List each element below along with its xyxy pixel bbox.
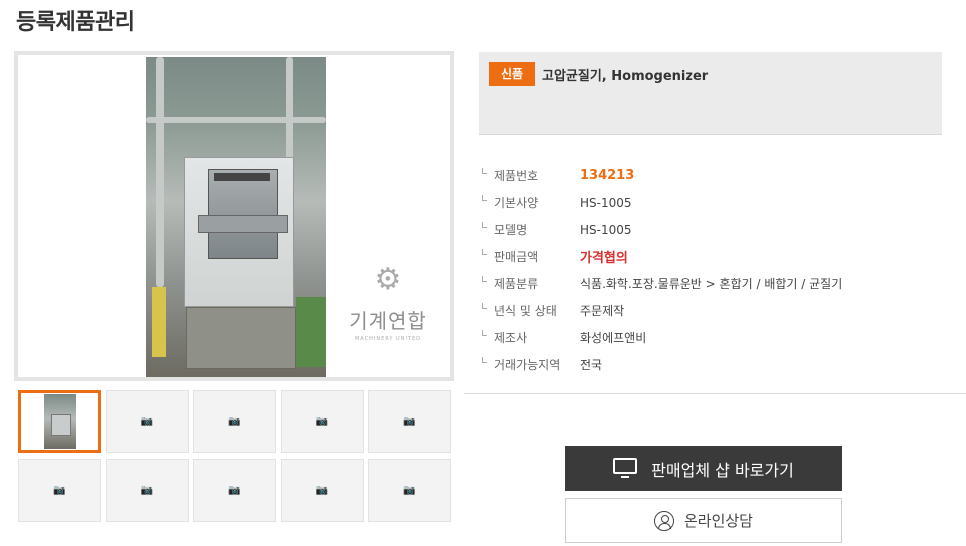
product-title: 고압균질기, Homogenizer [542,69,709,84]
new-badge: 신품 [489,62,535,86]
spec-value: HS-1005 [580,222,632,237]
thumbnail-grid: 📷 📷 📷 📷 📷 📷 📷 📷 📷 [18,390,454,522]
spec-value: 134213 [580,168,635,183]
camera-icon: 📷 [53,485,66,496]
spec-value: 식품.화학.포장.물류운반 > 혼합기 / 배합기 / 균질기 [580,277,843,291]
camera-icon: 📷 [228,485,241,496]
camera-icon: 📷 [228,416,241,427]
thumbnail-7[interactable]: 📷 [105,459,189,522]
spec-label: 거래가능지역 [481,356,580,373]
watermark-name: 기계연합 [349,309,427,333]
thumbnail-photo [43,394,76,449]
spec-label: 판매금액 [481,248,580,265]
online-consult-label: 온라인상담 [683,512,753,530]
camera-icon: 📷 [315,416,329,427]
spec-row: 판매금액 가격협의 [481,243,941,270]
spec-row: 거래가능지역 전국 [481,351,941,378]
spec-label: 제조사 [481,329,580,346]
spec-row: 제품번호 134213 [481,162,941,189]
camera-icon: 📷 [403,485,416,496]
spec-row: 모델명 HS-1005 [481,216,941,243]
product-title-box: 신품 고압균질기, Homogenizer [479,52,942,135]
spec-label: 년식 및 상태 [481,302,580,319]
page-title: 등록제품관리 [16,10,135,35]
spec-row: 기본사양 HS-1005 [481,189,941,216]
camera-icon: 📷 [403,416,416,427]
camera-icon: 📷 [315,485,329,496]
spec-value: 전국 [580,358,603,372]
gear-icon: ⚙ [374,262,402,297]
main-product-image[interactable]: ⚙ 기계연합 MACHINERY UNITED [14,51,454,381]
thumbnail-9[interactable]: 📷 [280,459,364,522]
thumbnail-5[interactable]: 📷 [368,390,451,453]
spec-row: 제조사 화성에프앤비 [481,324,941,351]
spec-value: 가격협의 [580,251,628,266]
thumbnail-6[interactable]: 📷 [18,459,101,522]
product-photo [146,57,326,377]
thumbnail-1[interactable] [18,390,101,453]
camera-icon: 📷 [140,416,154,427]
camera-icon: 📷 [140,485,154,496]
watermark-sub: MACHINERY UNITED [354,336,421,342]
person-icon [653,510,674,531]
spec-label: 기본사양 [481,194,580,211]
shop-link-button[interactable]: 판매업체 샵 바로가기 [565,446,842,491]
monitor-icon [613,457,638,480]
thumbnail-2[interactable]: 📷 [105,390,189,453]
online-consult-button[interactable]: 온라인상담 [565,498,842,543]
thumbnail-8[interactable]: 📷 [193,459,276,522]
spec-row: 제품분류 식품.화학.포장.물류운반 > 혼합기 / 배합기 / 균질기 [481,270,941,297]
thumbnail-10[interactable]: 📷 [368,459,451,522]
spec-label: 모델명 [481,221,580,238]
spec-row: 년식 및 상태 주문제작 [481,297,941,324]
watermark: ⚙ 기계연합 MACHINERY UNITED [344,262,432,343]
shop-link-label: 판매업체 샵 바로가기 [651,460,794,480]
spec-label: 제품분류 [481,275,580,292]
spec-value: HS-1005 [580,195,632,210]
thumbnail-3[interactable]: 📷 [193,390,276,453]
spec-value: 화성에프앤비 [580,331,647,345]
spec-label: 제품번호 [481,167,580,184]
thumbnail-4[interactable]: 📷 [280,390,364,453]
divider [464,393,966,394]
spec-value: 주문제작 [580,304,625,318]
spec-list: 제품번호 134213 기본사양 HS-1005 모델명 HS-1005 판매금액 가격협의 제… [481,162,941,378]
